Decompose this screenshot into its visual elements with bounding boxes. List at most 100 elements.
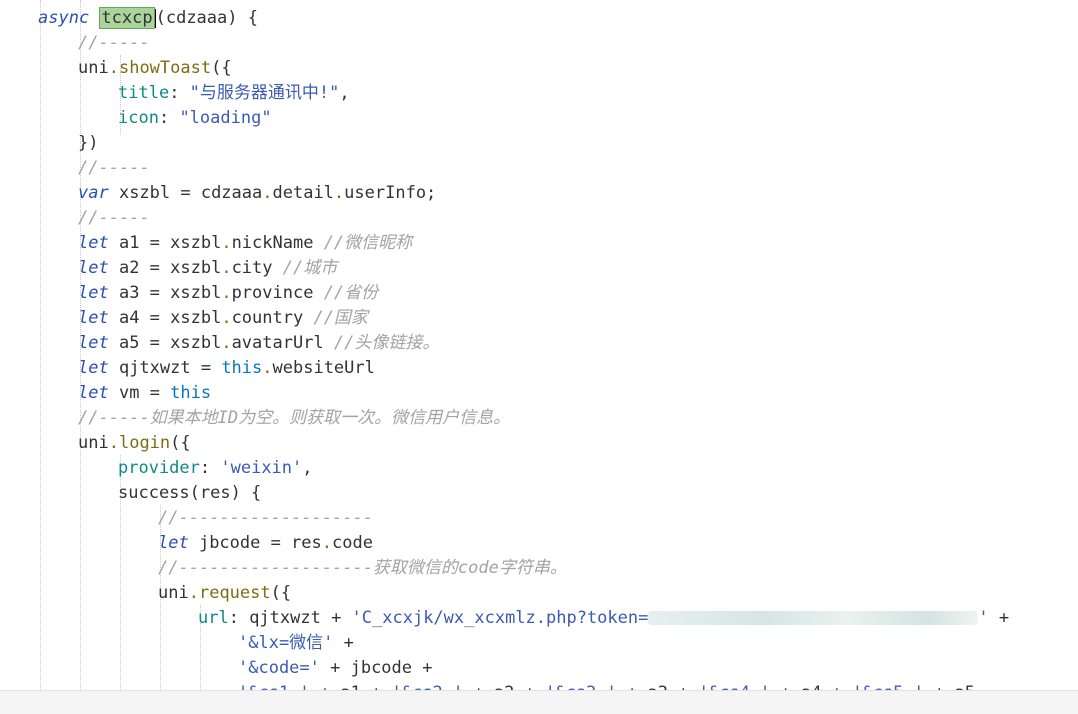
code-token-punc: : (158, 108, 180, 128)
code-token-cmt: //省份 (323, 283, 379, 303)
code-line[interactable]: provider: 'weixin', (118, 456, 313, 481)
code-line[interactable]: url: qjtxwzt + 'C_xcxjk/wx_xcxmlz.php?to… (198, 606, 1009, 631)
code-line[interactable]: //-----如果本地ID为空。则获取一次。微信用户信息。 (78, 406, 510, 431)
code-token-cmt: //-----如果本地ID为空。则获取一次。微信用户信息。 (78, 408, 511, 428)
code-token-punc: (cdzaaa) { (155, 8, 258, 28)
code-token-punc: + a4 + (770, 683, 852, 690)
code-token-str: '&cs2=' (392, 683, 464, 690)
code-token-punc: ({ (170, 433, 191, 453)
code-token-dot: . (221, 283, 232, 303)
code-token-punc: a3 = xszbl (108, 283, 222, 303)
code-token-dot: . (321, 533, 333, 553)
code-token-punc: success(res) { (118, 483, 262, 503)
code-token-punc: province (231, 283, 324, 303)
code-line[interactable]: uni.request({ (158, 581, 291, 606)
code-token-str: 'C_xcxjk/wx_xcxmlz.php?token= (351, 608, 649, 628)
code-token-punc: + a5 (924, 683, 975, 690)
code-token-dot: . (221, 333, 232, 353)
code-token-str: 'weixin' (220, 458, 303, 478)
code-token-cmt: //城市 (282, 258, 338, 278)
code-token-punc: ({ (211, 58, 232, 78)
code-token-dot: . (108, 433, 119, 453)
code-line[interactable]: let jbcode = res.code (158, 531, 373, 556)
code-line[interactable]: icon: "loading" (118, 106, 272, 131)
code-token-prop: url (198, 608, 229, 628)
code-token-fn: login (118, 433, 171, 453)
code-token-kw: let (78, 383, 109, 403)
code-token-dot: . (188, 583, 199, 603)
code-token-punc: qjtxwzt = (108, 358, 222, 378)
code-token-punc: code (332, 533, 373, 553)
code-token-punc: detail (272, 183, 334, 203)
code-line[interactable]: '&lx=微信' + (238, 631, 354, 656)
code-line[interactable]: //----- (78, 31, 150, 56)
code-token-punc: country (231, 308, 314, 328)
code-token-dot: . (262, 183, 273, 203)
code-line[interactable]: '&code=' + jbcode + (238, 656, 432, 681)
code-token-kw: let (158, 533, 189, 553)
code-token-str: ' (978, 608, 989, 628)
code-token-cmt: //----- (78, 33, 150, 53)
code-token-kw: var (78, 183, 109, 203)
code-token-punc: a1 = xszbl (108, 233, 222, 253)
code-token-kw: let (78, 333, 109, 353)
code-line[interactable]: //------------------- (158, 506, 373, 531)
code-token-prop: title (118, 83, 170, 103)
code-token-punc: + (333, 633, 354, 653)
code-line[interactable]: title: "与服务器通讯中!", (118, 81, 350, 106)
code-token-kw: let (78, 283, 109, 303)
code-token-str: '&cs1=' (238, 683, 310, 690)
code-token-punc: websiteUrl (272, 358, 375, 378)
code-token-punc: vm = (108, 383, 171, 403)
code-editor[interactable]: async tcxcp (cdzaaa) {//----- uni.showToas… (0, 0, 1078, 690)
code-line[interactable]: //----- (78, 206, 150, 231)
editor-status-strip (0, 690, 1078, 714)
code-line[interactable]: uni.login({ (78, 431, 191, 456)
code-token-punc: + a2 + (463, 683, 545, 690)
code-line[interactable]: //----- (78, 156, 150, 181)
code-token-punc: a4 = xszbl (108, 308, 222, 328)
code-line[interactable]: let qjtxwzt = this.websiteUrl (78, 356, 375, 381)
code-token-punc: a2 = xszbl (108, 258, 222, 278)
code-token-this: this (221, 358, 263, 378)
code-line[interactable]: let vm = this (78, 381, 211, 406)
code-token-str: '&code=' (238, 658, 320, 678)
code-token-str: "与服务器通讯中!" (189, 83, 340, 103)
code-line[interactable]: }) (78, 131, 98, 156)
code-token-punc: + jbcode + (319, 658, 433, 678)
code-line[interactable]: //-------------------获取微信的code字符串。 (158, 556, 567, 581)
code-line[interactable]: '&cs1=' + a1 + '&cs2=' + a2 + '&cs3=' + … (238, 681, 975, 690)
code-token-punc: + a1 + (310, 683, 392, 690)
code-token-dot: . (262, 358, 273, 378)
code-token-str: '&cs4=' (699, 683, 771, 690)
code-line[interactable]: let a4 = xszbl.country //国家 (78, 306, 368, 331)
code-token-punc: + (988, 608, 1010, 628)
code-token-punc: a5 = xszbl (108, 333, 222, 353)
code-line[interactable]: let a1 = xszbl.nickName //微信昵称 (78, 231, 412, 256)
code-line[interactable]: let a5 = xszbl.avatarUrl //头像链接。 (78, 331, 439, 356)
code-token-cmt: //----- (78, 208, 150, 228)
code-token-str: "loading" (179, 108, 272, 128)
code-token-punc: city (231, 258, 283, 278)
code-token-str: '&cs5=' (852, 683, 924, 690)
code-token-punc: }) (78, 133, 99, 153)
code-token-punc: jbcode = res (188, 533, 322, 553)
redacted-token (648, 611, 979, 625)
code-token-prop: icon (118, 108, 159, 128)
code-token-cmt: //-------------------获取微信的code字符串。 (158, 558, 567, 578)
code-line[interactable]: uni.showToast({ (78, 56, 232, 81)
code-line[interactable]: var xszbl = cdzaaa.detail.userInfo; (78, 181, 436, 206)
code-token-fn: request (198, 583, 271, 603)
code-token-punc: avatarUrl (231, 333, 334, 353)
code-line[interactable]: let a3 = xszbl.province //省份 (78, 281, 378, 306)
code-token-kw: let (78, 258, 109, 278)
code-token-str: '&lx=微信' (238, 633, 334, 653)
code-token-dot: . (221, 233, 232, 253)
code-line[interactable]: success(res) { (118, 481, 261, 506)
code-token-cmt: //------------------- (158, 508, 373, 528)
code-line[interactable]: let a2 = xszbl.city //城市 (78, 256, 337, 281)
code-token-punc: , (339, 83, 350, 103)
code-line[interactable]: async tcxcp (cdzaaa) { (38, 6, 258, 31)
code-token-cmt: //头像链接。 (333, 333, 440, 353)
code-token-punc: userInfo; (344, 183, 437, 203)
